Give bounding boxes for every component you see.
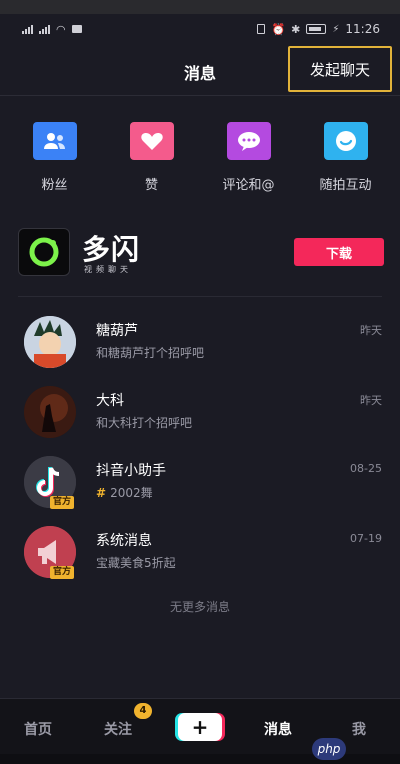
signal-icon-2 bbox=[39, 24, 50, 34]
status-left: ◠ bbox=[22, 23, 82, 36]
conversation-time: 昨天 bbox=[360, 394, 382, 407]
conversation-preview: 宝藏美食5折起 bbox=[96, 556, 176, 570]
conversation-name: 糖葫芦 bbox=[96, 323, 138, 339]
conversation-time: 07-19 bbox=[350, 532, 382, 545]
duoshan-logo-icon bbox=[18, 228, 70, 276]
wifi-icon: ◠ bbox=[56, 22, 66, 36]
quick-action-comments[interactable]: 评论和@ bbox=[205, 122, 293, 202]
message-icon bbox=[71, 25, 82, 33]
quick-action-likes[interactable]: 赞 bbox=[108, 122, 196, 202]
tab-home[interactable]: 首页 bbox=[24, 719, 52, 739]
promo-slogan: 视频聊天 bbox=[84, 265, 132, 274]
conversation-time: 08-25 bbox=[350, 462, 382, 475]
status-bar: ◠ ⏰ ✱ ⚡ 11:26 bbox=[0, 14, 400, 44]
quick-action-label: 评论和@ bbox=[222, 178, 275, 193]
conversation-preview: #2002舞 bbox=[96, 484, 153, 501]
quick-action-label: 赞 bbox=[144, 178, 158, 193]
quick-action-snap[interactable]: 随拍互动 bbox=[302, 122, 390, 202]
conversation-item[interactable]: 大科 和大科打个招呼吧 昨天 bbox=[0, 380, 400, 450]
divider bbox=[18, 296, 382, 297]
tab-following[interactable]: 关注 bbox=[104, 719, 132, 739]
conversation-item[interactable]: 官方 抖音小助手 #2002舞 08-25 bbox=[0, 450, 400, 520]
create-button[interactable]: + bbox=[178, 713, 222, 741]
tab-messages[interactable]: 消息 bbox=[264, 719, 292, 739]
conversation-item[interactable]: 官方 系统消息 宝藏美食5折起 07-19 bbox=[0, 520, 400, 590]
conversation-preview: 和糖葫芦打个招呼吧 bbox=[96, 346, 205, 360]
conversation-name: 抖音小助手 bbox=[96, 463, 166, 479]
bluetooth-icon: ✱ bbox=[291, 22, 301, 36]
conversation-name: 系统消息 bbox=[96, 533, 152, 549]
watermark: php bbox=[312, 738, 346, 760]
fans-icon bbox=[32, 122, 77, 160]
official-badge: 官方 bbox=[50, 566, 75, 579]
quick-action-label: 粉丝 bbox=[41, 178, 68, 193]
charging-icon: ⚡ bbox=[332, 23, 340, 35]
quick-action-label: 随拍互动 bbox=[319, 178, 372, 193]
conversation-item[interactable]: 糖葫芦 和糖葫芦打个招呼吧 昨天 bbox=[0, 310, 400, 380]
conversation-time: 昨天 bbox=[360, 324, 382, 337]
promo-banner[interactable]: 多闪 视频聊天 下载 bbox=[18, 228, 384, 278]
conversation-name: 大科 bbox=[96, 393, 124, 409]
alarm-icon: ⏰ bbox=[271, 22, 286, 36]
header: 消息 发起聊天 bbox=[0, 44, 400, 96]
following-badge: 4 bbox=[134, 703, 152, 719]
quick-action-fans[interactable]: 粉丝 bbox=[11, 122, 99, 202]
quick-actions: 粉丝 赞 评论和@ 随拍互动 bbox=[0, 122, 400, 202]
download-button[interactable]: 下载 bbox=[294, 238, 384, 266]
avatar bbox=[24, 316, 76, 368]
heart-icon bbox=[129, 122, 174, 160]
tab-me[interactable]: 我 bbox=[352, 719, 366, 739]
comment-icon bbox=[226, 122, 271, 160]
status-time: 11:26 bbox=[345, 22, 380, 36]
vibrate-icon bbox=[257, 24, 266, 34]
promo-brand: 多闪 bbox=[82, 233, 141, 266]
no-more-messages: 无更多消息 bbox=[169, 600, 230, 614]
topic-hash-icon: # bbox=[96, 486, 107, 500]
conversation-preview-text: 2002舞 bbox=[110, 486, 153, 500]
top-edge bbox=[0, 0, 400, 14]
start-chat-button[interactable]: 发起聊天 bbox=[288, 46, 392, 92]
conversation-preview: 和大科打个招呼吧 bbox=[96, 416, 193, 430]
official-badge: 官方 bbox=[50, 496, 75, 509]
battery-icon bbox=[306, 24, 327, 34]
avatar bbox=[24, 386, 76, 438]
status-right: ⏰ ✱ ⚡ 11:26 bbox=[257, 22, 380, 36]
snap-icon bbox=[323, 122, 368, 160]
signal-icon bbox=[22, 24, 33, 34]
